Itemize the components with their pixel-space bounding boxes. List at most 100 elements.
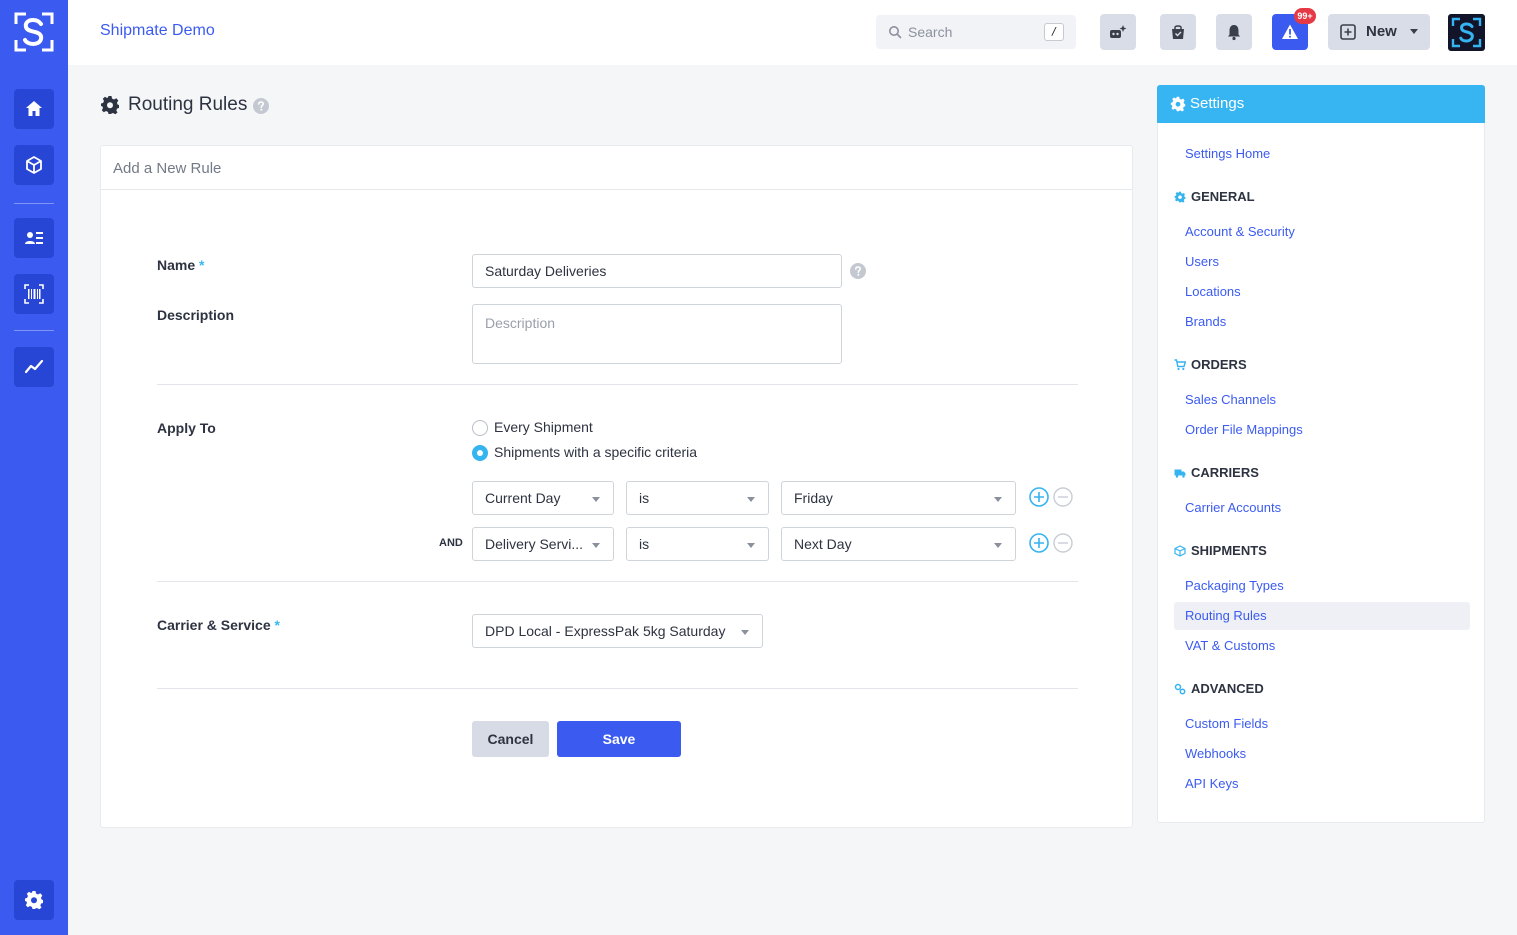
card-header: Add a New Rule	[101, 146, 1132, 190]
gear-icon	[1170, 96, 1186, 112]
notifications-button[interactable]	[1216, 14, 1252, 50]
settings-link-vat-customs[interactable]: VAT & Customs	[1185, 638, 1275, 653]
description-textarea[interactable]: Description	[472, 304, 842, 364]
select-value: is	[639, 490, 650, 506]
save-button[interactable]: Save	[557, 721, 681, 757]
app-title[interactable]: Shipmate Demo	[100, 22, 215, 40]
apply-to-label: Apply To	[157, 420, 216, 436]
top-bar: Shipmate Demo Search / 99+ New	[68, 0, 1517, 65]
contacts-nav-button[interactable]	[14, 218, 54, 258]
settings-link-users[interactable]: Users	[1185, 254, 1219, 269]
required-mark: *	[274, 617, 280, 633]
orders-bag-button[interactable]	[1160, 14, 1196, 50]
truck-icon	[1174, 469, 1186, 478]
warning-icon	[1282, 24, 1298, 39]
barcode-icon	[24, 284, 44, 304]
chevron-down-icon	[592, 543, 600, 548]
shipmate-logo[interactable]	[14, 12, 54, 52]
settings-section-shipments: SHIPMENTS	[1174, 543, 1267, 558]
radio-specific-criteria[interactable]	[472, 445, 488, 461]
criteria-operator-select[interactable]: is	[626, 527, 769, 561]
chevron-down-icon	[741, 630, 749, 635]
alerts-button[interactable]: 99+	[1272, 8, 1316, 50]
help-icon[interactable]	[850, 263, 866, 279]
chevron-down-icon	[592, 497, 600, 502]
cart-icon	[1174, 358, 1186, 370]
address-book-icon	[25, 232, 43, 244]
section-title: GENERAL	[1191, 189, 1255, 204]
description-label: Description	[157, 307, 235, 323]
settings-home-link[interactable]: Settings Home	[1185, 146, 1270, 161]
card-title: Add a New Rule	[113, 160, 222, 177]
settings-link-account-security[interactable]: Account & Security	[1185, 224, 1295, 239]
section-divider	[157, 688, 1078, 689]
chevron-down-icon	[747, 543, 755, 548]
wand-button[interactable]	[1100, 14, 1136, 50]
section-title: ADVANCED	[1191, 681, 1264, 696]
cancel-button[interactable]: Cancel	[472, 721, 549, 757]
settings-link-custom-fields[interactable]: Custom Fields	[1185, 716, 1268, 731]
radio-every-shipment[interactable]	[472, 420, 488, 436]
search-placeholder: Search	[908, 24, 953, 40]
carrier-service-select[interactable]: DPD Local - ExpressPak 5kg Saturday	[472, 614, 763, 648]
section-divider	[157, 581, 1078, 582]
shipmate-brand-icon	[1451, 17, 1482, 48]
radio-every-shipment-label[interactable]: Every Shipment	[494, 419, 593, 435]
add-rule-card: Add a New Rule Name * Saturday Deliverie…	[100, 145, 1133, 828]
gear-icon	[25, 891, 43, 910]
settings-link-carrier-accounts[interactable]: Carrier Accounts	[1185, 500, 1281, 515]
settings-nav-button[interactable]	[14, 880, 54, 920]
settings-link-order-file-mappings[interactable]: Order File Mappings	[1185, 422, 1303, 437]
settings-link-api-keys[interactable]: API Keys	[1185, 776, 1238, 791]
robot-sparkle-icon	[1110, 25, 1127, 38]
chevron-down-icon	[994, 543, 1002, 548]
settings-link-routing-rules[interactable]: Routing Rules	[1185, 608, 1267, 623]
add-criteria-icon[interactable]	[1029, 533, 1049, 553]
rail-divider	[14, 203, 54, 204]
name-input[interactable]: Saturday Deliveries	[472, 254, 842, 288]
gear-icon	[101, 96, 119, 115]
criteria-value-select[interactable]: Friday	[781, 481, 1016, 515]
settings-section-general: GENERAL	[1174, 189, 1255, 204]
help-icon[interactable]	[253, 98, 270, 114]
criteria-value-select[interactable]: Next Day	[781, 527, 1016, 561]
settings-link-locations[interactable]: Locations	[1185, 284, 1241, 299]
settings-section-advanced: ADVANCED	[1174, 681, 1264, 696]
home-icon	[26, 101, 42, 116]
section-title: SHIPMENTS	[1191, 543, 1267, 558]
remove-criteria-icon[interactable]	[1053, 487, 1073, 507]
select-value: Delivery Servi...	[485, 536, 584, 552]
settings-link-sales-channels[interactable]: Sales Channels	[1185, 392, 1276, 407]
settings-link-packaging-types[interactable]: Packaging Types	[1185, 578, 1284, 593]
chevron-down-icon	[1410, 29, 1418, 34]
settings-panel-header: Settings	[1157, 85, 1485, 123]
settings-link-brands[interactable]: Brands	[1185, 314, 1226, 329]
box-icon	[26, 156, 42, 174]
criteria-operator-select[interactable]: is	[626, 481, 769, 515]
cogs-icon	[1174, 683, 1186, 694]
add-criteria-icon[interactable]	[1029, 487, 1049, 507]
name-label-text: Name	[157, 257, 196, 273]
criteria-field-select[interactable]: Current Day	[472, 481, 614, 515]
gear-icon	[1174, 191, 1186, 203]
select-value: Current Day	[485, 490, 561, 506]
account-avatar[interactable]	[1448, 14, 1485, 51]
radio-specific-criteria-label[interactable]: Shipments with a specific criteria	[494, 444, 697, 460]
search-box[interactable]: Search /	[876, 15, 1076, 49]
search-shortcut-key: /	[1044, 23, 1064, 41]
page-title: Routing Rules	[128, 94, 248, 115]
bell-icon	[1228, 25, 1240, 41]
reports-nav-button[interactable]	[14, 347, 54, 387]
settings-link-webhooks[interactable]: Webhooks	[1185, 746, 1246, 761]
name-label: Name *	[157, 257, 204, 273]
shipments-nav-button[interactable]	[14, 145, 54, 185]
box-icon	[1174, 544, 1186, 557]
settings-title: Settings	[1190, 95, 1245, 112]
settings-panel: Settings Settings Home GENERAL Account &…	[1157, 85, 1485, 823]
select-value: DPD Local - ExpressPak 5kg Saturday	[485, 623, 726, 639]
new-dropdown-button[interactable]: New	[1328, 14, 1430, 50]
scan-nav-button[interactable]	[14, 274, 54, 314]
criteria-field-select[interactable]: Delivery Servi...	[472, 527, 614, 561]
remove-criteria-icon[interactable]	[1053, 533, 1073, 553]
home-nav-button[interactable]	[14, 89, 54, 129]
